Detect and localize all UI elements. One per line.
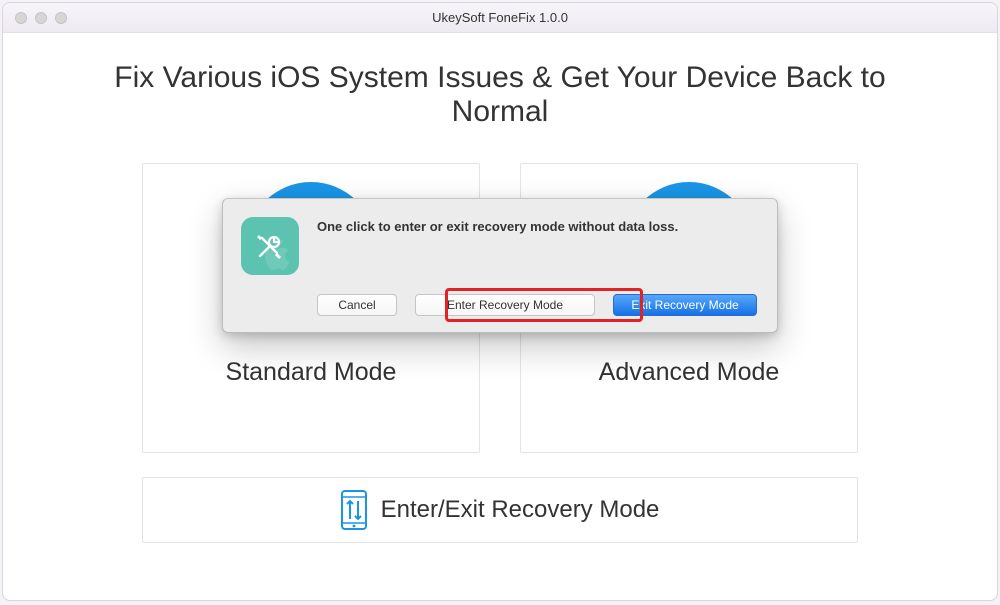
- standard-mode-label: Standard Mode: [143, 358, 479, 387]
- dialog-message: One click to enter or exit recovery mode…: [317, 219, 759, 234]
- exit-recovery-mode-button[interactable]: Exit Recovery Mode: [613, 294, 757, 316]
- minimize-window-button[interactable]: [35, 12, 47, 24]
- dialog-body: One click to enter or exit recovery mode…: [317, 217, 759, 318]
- phone-recovery-icon: [341, 490, 367, 530]
- advanced-mode-label: Advanced Mode: [521, 358, 857, 387]
- window-controls: [3, 12, 67, 24]
- page-heading: Fix Various iOS System Issues & Get Your…: [63, 61, 937, 129]
- window-title: UkeySoft FoneFix 1.0.0: [3, 10, 997, 25]
- zoom-window-button[interactable]: [55, 12, 67, 24]
- recovery-mode-dialog: One click to enter or exit recovery mode…: [222, 198, 778, 333]
- dialog-button-row: Cancel Enter Recovery Mode Exit Recovery…: [317, 294, 759, 316]
- recovery-bar-label: Enter/Exit Recovery Mode: [381, 496, 660, 524]
- app-window: UkeySoft FoneFix 1.0.0 Fix Various iOS S…: [2, 2, 998, 601]
- window-titlebar: UkeySoft FoneFix 1.0.0: [3, 3, 997, 33]
- apple-watermark-icon: [260, 238, 294, 272]
- cancel-button[interactable]: Cancel: [317, 294, 397, 316]
- close-window-button[interactable]: [15, 12, 27, 24]
- enter-recovery-mode-button[interactable]: Enter Recovery Mode: [415, 294, 595, 316]
- dialog-app-icon: [241, 217, 299, 275]
- enter-exit-recovery-bar[interactable]: Enter/Exit Recovery Mode: [142, 477, 858, 543]
